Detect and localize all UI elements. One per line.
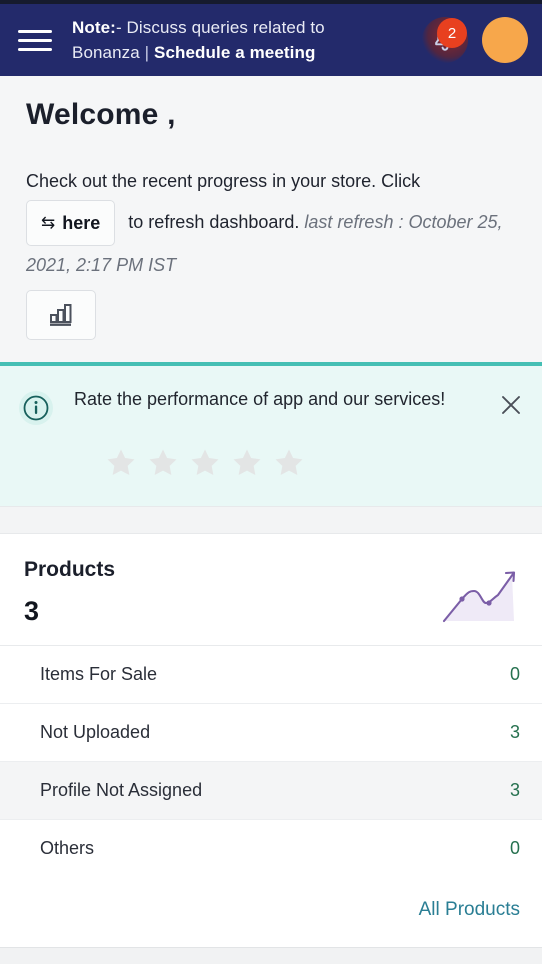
products-card-header-left: Products 3 bbox=[24, 558, 440, 627]
hamburger-bar bbox=[18, 38, 52, 42]
star-icon-1[interactable] bbox=[104, 446, 138, 480]
table-row[interactable]: Profile Not Assigned 3 bbox=[0, 761, 542, 819]
dashboard-screen: Note:- Discuss queries related to Bonanz… bbox=[0, 0, 542, 964]
table-row[interactable]: Not Uploaded 3 bbox=[0, 703, 542, 761]
rating-banner-top: Rate the performance of app and our serv… bbox=[16, 386, 526, 428]
star-icon-2[interactable] bbox=[146, 446, 180, 480]
bar-chart-button[interactable] bbox=[26, 290, 96, 340]
user-avatar[interactable] bbox=[482, 17, 528, 63]
refresh-intro-text: Check out the recent progress in your st… bbox=[26, 171, 421, 191]
row-value: 0 bbox=[509, 664, 520, 684]
notification-badge: 2 bbox=[437, 18, 467, 48]
hamburger-bar bbox=[18, 47, 52, 51]
notification-bell-button[interactable]: 2 bbox=[422, 17, 468, 63]
star-icon-4[interactable] bbox=[230, 446, 264, 480]
refresh-after-text: to refresh dashboard. bbox=[128, 211, 300, 232]
header-note-line-2: Bonanza | Schedule a meeting bbox=[72, 40, 416, 65]
products-title: Products bbox=[24, 558, 116, 581]
products-card-header: Products 3 bbox=[0, 534, 542, 645]
row-value: 3 bbox=[509, 722, 520, 742]
note-text-1: - Discuss queries related to bbox=[115, 18, 325, 37]
hamburger-bar bbox=[18, 29, 52, 33]
schedule-meeting-link[interactable]: Schedule a meeting bbox=[154, 43, 315, 62]
close-icon[interactable] bbox=[496, 390, 526, 420]
section-gap bbox=[0, 506, 542, 534]
trend-up-sparkline-icon bbox=[442, 571, 516, 623]
welcome-section: Welcome , Check out the recent progress … bbox=[0, 76, 542, 362]
hamburger-menu-icon[interactable] bbox=[18, 29, 52, 51]
products-count: 3 bbox=[24, 596, 40, 626]
row-value: 3 bbox=[509, 780, 520, 800]
rating-banner: Rate the performance of app and our serv… bbox=[0, 362, 542, 506]
header-note: Note:- Discuss queries related to Bonanz… bbox=[52, 15, 422, 65]
table-row[interactable]: Items For Sale 0 bbox=[0, 646, 542, 703]
refresh-paragraph: Check out the recent progress in your st… bbox=[26, 166, 518, 280]
bar-chart-icon bbox=[50, 304, 72, 326]
next-section-band bbox=[0, 947, 542, 964]
row-label: Profile Not Assigned bbox=[40, 780, 203, 800]
star-icon-5[interactable] bbox=[272, 446, 306, 480]
refresh-dashboard-button[interactable]: ⇆ here bbox=[26, 200, 116, 246]
table-row[interactable]: Others 0 bbox=[0, 819, 542, 877]
refresh-button-label: here bbox=[62, 213, 101, 233]
welcome-spacer bbox=[26, 132, 518, 166]
star-icon-3[interactable] bbox=[188, 446, 222, 480]
products-rows: Items For Sale 0 Not Uploaded 3 Profile … bbox=[0, 645, 542, 877]
note-label: Note: bbox=[72, 18, 116, 37]
rating-message: Rate the performance of app and our serv… bbox=[74, 389, 446, 409]
products-card-footer: All Products bbox=[0, 877, 542, 947]
note-text-2: Bonanza bbox=[72, 43, 140, 62]
info-circle-icon bbox=[16, 388, 56, 428]
products-card: Products 3 Items For Sale 0 Not Uploaded… bbox=[0, 534, 542, 947]
all-products-link[interactable]: All Products bbox=[419, 899, 520, 920]
row-label: Others bbox=[40, 838, 95, 858]
row-label: Not Uploaded bbox=[40, 722, 151, 742]
header-note-line-1: Note:- Discuss queries related to bbox=[72, 15, 416, 40]
swap-arrows-icon: ⇆ bbox=[41, 213, 56, 232]
row-value: 0 bbox=[509, 838, 520, 858]
page-title: Welcome , bbox=[26, 98, 176, 131]
row-label: Items For Sale bbox=[40, 664, 158, 684]
app-header: Note:- Discuss queries related to Bonanz… bbox=[0, 4, 542, 76]
note-separator: | bbox=[144, 43, 150, 62]
rating-stars[interactable] bbox=[16, 446, 526, 480]
